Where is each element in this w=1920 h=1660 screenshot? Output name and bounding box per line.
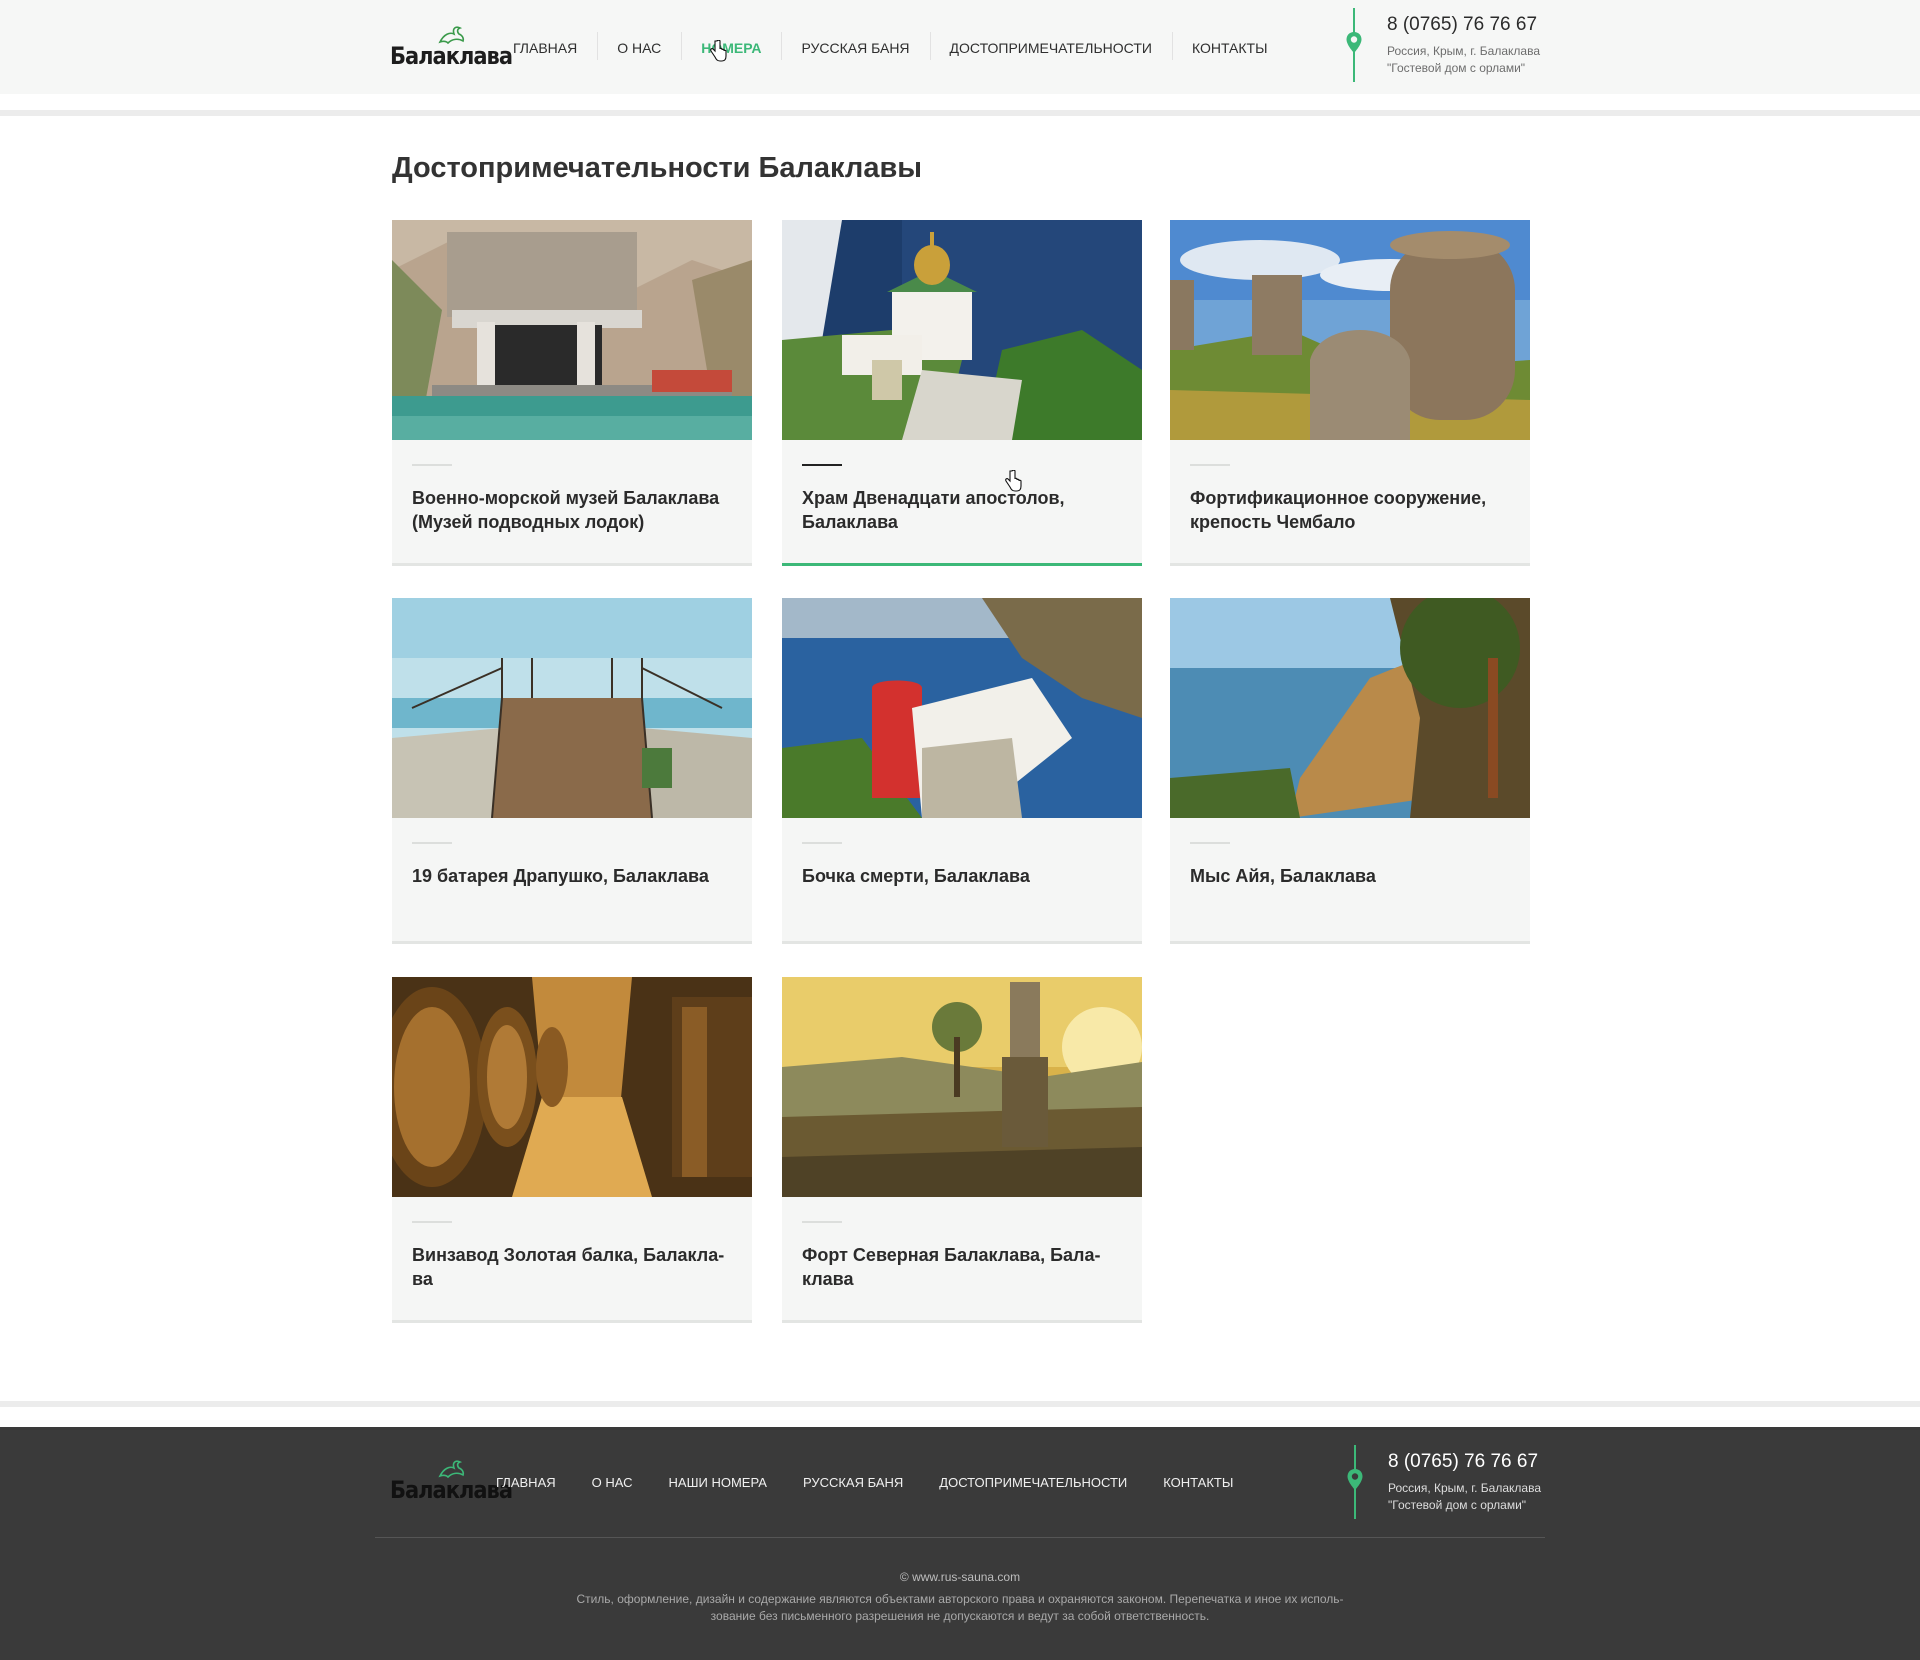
page-title: Достопримечательности Балаклавы (392, 152, 923, 184)
legal-notice: Стиль, оформление, дизайн и содержание я… (576, 1592, 1344, 1623)
card-title[interactable]: Фортификационное сооружение, крепость Че… (1190, 486, 1510, 534)
card-divider (802, 842, 842, 844)
card-title[interactable]: 19 батарея Драпушко, Балаклава (412, 864, 732, 888)
address-line-2: "Гостевой дом с орлами" (1388, 1498, 1527, 1512)
attraction-card[interactable]: Фортификационное сооружение, крепость Че… (1170, 220, 1530, 566)
card-title[interactable]: Военно-морской музей Балаклава (Музей по… (412, 486, 732, 534)
nav-item-home[interactable]: Главная (493, 40, 597, 56)
card-divider (802, 1221, 842, 1223)
cape-aiya-photo[interactable] (1170, 598, 1530, 818)
main-nav: Главная О нас Номера Русская баня Достоп… (493, 32, 1288, 60)
header-divider (0, 110, 1920, 116)
card-divider (412, 464, 452, 466)
fortress-photo[interactable] (1170, 220, 1530, 440)
address: Россия, Крым, г. Балаклава "Гостевой дом… (1388, 1480, 1541, 1514)
map-pin-icon (1347, 1469, 1363, 1490)
barrel-of-death-photo[interactable] (782, 598, 1142, 818)
site-header: Балаклава Главная О нас Номера Русская б… (0, 0, 1920, 94)
card-divider (802, 464, 842, 466)
hand-cursor-icon (710, 40, 727, 62)
phone-number[interactable]: 8 (0765) 76 76 67 (1387, 14, 1537, 36)
card-divider (1190, 464, 1230, 466)
attraction-card[interactable]: Храм Двенадцати апостолов, Балаклава (782, 220, 1142, 566)
address-line-2: "Гостевой дом с орлами" (1387, 61, 1526, 75)
attraction-card[interactable]: 19 батарея Драпушко, Балаклава (392, 598, 752, 944)
nav-item-attractions[interactable]: Достопримечательности (929, 32, 1172, 60)
site-footer: Балаклава Главная О нас Наши номера Русс… (0, 1427, 1920, 1660)
church-photo[interactable] (782, 220, 1142, 440)
attraction-card[interactable]: Форт Северная Балаклава, Бала-клава (782, 977, 1142, 1323)
attraction-card[interactable]: Военно-морской музей Балаклава (Музей по… (392, 220, 752, 566)
phone-number[interactable]: 8 (0765) 76 76 67 (1388, 1451, 1538, 1473)
hand-cursor-icon (1005, 470, 1022, 492)
submarine-museum-photo[interactable] (392, 220, 752, 440)
footer-nav-attractions[interactable]: Достопримечательности (921, 1475, 1145, 1490)
footer-divider (0, 1401, 1920, 1407)
footer-nav-about[interactable]: О нас (574, 1475, 651, 1490)
attraction-card[interactable]: Бочка смерти, Балаклава (782, 598, 1142, 944)
footer-nav-home[interactable]: Главная (478, 1475, 574, 1490)
footer-nav-rooms[interactable]: Наши номера (651, 1475, 785, 1490)
address-line-1: Россия, Крым, г. Балаклава (1387, 44, 1541, 58)
nav-item-contacts[interactable]: Контакты (1171, 32, 1288, 60)
card-divider (1190, 842, 1230, 844)
footer-nav-bathhouse[interactable]: Русская баня (785, 1475, 921, 1490)
nav-item-bathhouse[interactable]: Русская баня (781, 32, 929, 60)
copyright[interactable]: © www.rus-sauna.com (0, 1570, 1920, 1584)
card-title[interactable]: Мыс Айя, Балаклава (1190, 864, 1510, 888)
nav-item-about[interactable]: О нас (597, 32, 681, 60)
map-pin-icon (1346, 32, 1362, 53)
footer-nav: Главная О нас Наши номера Русская баня Д… (478, 1475, 1251, 1490)
attraction-card[interactable]: Мыс Айя, Балаклава (1170, 598, 1530, 944)
card-title[interactable]: Винзавод Золотая балка, Балакла-ва (412, 1243, 732, 1291)
card-title[interactable]: Бочка смерти, Балаклава (802, 864, 1122, 888)
address: Россия, Крым, г. Балаклава "Гостевой дом… (1387, 43, 1540, 77)
card-divider (412, 1221, 452, 1223)
card-title[interactable]: Форт Северная Балаклава, Бала-клава (802, 1243, 1122, 1291)
battery-photo[interactable] (392, 598, 752, 818)
footer-separator (375, 1537, 1545, 1538)
footer-nav-contacts[interactable]: Контакты (1145, 1475, 1251, 1490)
winery-photo[interactable] (392, 977, 752, 1197)
card-divider (412, 842, 452, 844)
nav-item-rooms[interactable]: Номера (681, 32, 781, 60)
card-title[interactable]: Храм Двенадцати апостолов, Балаклава (802, 486, 1122, 534)
address-line-1: Россия, Крым, г. Балаклава (1388, 1481, 1542, 1495)
attraction-card[interactable]: Винзавод Золотая балка, Балакла-ва (392, 977, 752, 1323)
fort-photo[interactable] (782, 977, 1142, 1197)
